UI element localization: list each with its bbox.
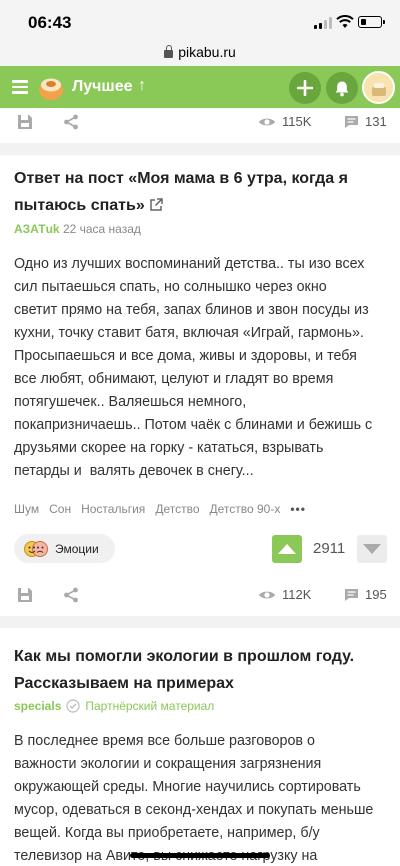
post-body-line: сил пытаешься спать, но солнышко через о… xyxy=(14,279,327,295)
bell-icon xyxy=(335,81,349,96)
share-icon[interactable] xyxy=(63,114,79,130)
home-indicator xyxy=(130,853,270,858)
arrow-up-icon xyxy=(278,544,296,554)
post-author[interactable]: АЗАТuk xyxy=(14,222,60,236)
post-body-line: Одно из лучших воспоминаний детства.. ты… xyxy=(14,256,365,272)
views-counter: 112K xyxy=(258,587,311,602)
post-body-line: петарды и валять девочек в снегу... xyxy=(14,463,254,479)
menu-icon[interactable] xyxy=(12,80,28,94)
post-actions: 112K 195 xyxy=(0,583,400,609)
eye-icon xyxy=(259,591,275,598)
battery-icon xyxy=(358,16,385,28)
plus-icon xyxy=(297,80,313,96)
wifi-icon xyxy=(336,15,354,28)
tag[interactable]: Ностальгия xyxy=(81,502,145,516)
post-body: Одно из лучших воспоминаний детства.. ты… xyxy=(14,253,388,483)
post-time: 22 часа назад xyxy=(62,222,141,236)
tag[interactable]: Детство xyxy=(155,502,199,516)
comment-icon xyxy=(345,588,358,601)
post-body-line: потягушечек.. Валяешься немного, xyxy=(14,394,247,410)
status-bar: 06:43 xyxy=(0,0,400,44)
post-meta: specials Партнёрский материал xyxy=(14,699,214,713)
save-icon[interactable] xyxy=(17,587,33,603)
prev-post-actions: 115K 131 xyxy=(0,110,400,136)
downvote-button[interactable] xyxy=(357,535,387,563)
post-body-line: кухни, точку ставит батя, включая «Играй… xyxy=(14,325,364,341)
user-avatar[interactable] xyxy=(362,71,395,104)
url-bar[interactable]: pikabu.ru xyxy=(0,44,400,66)
site-header: Лучшее ↑ xyxy=(0,66,400,108)
post-meta: АЗАТuk 22 часа назад xyxy=(14,222,141,236)
post-body-line: друзьями скорее на горку - кататься, взр… xyxy=(14,440,324,456)
views-count: 112K xyxy=(282,587,312,602)
post-title-line: Ответ на пост «Моя мама в 6 утра, когда … xyxy=(14,170,348,187)
tag[interactable]: Шум xyxy=(14,502,39,516)
views-counter: 115K xyxy=(258,114,311,129)
post-divider xyxy=(0,616,400,628)
community-chip[interactable]: Эмоции xyxy=(14,534,115,563)
post-body-line: В последнее время все больше разговоров … xyxy=(14,733,315,749)
save-icon[interactable] xyxy=(17,114,33,130)
post-rating: 2911 xyxy=(313,540,346,557)
views-count: 115K xyxy=(282,114,312,129)
external-link-icon[interactable] xyxy=(149,198,163,212)
post-tags: Шум Сон Ностальгия Детство Детство 90-х … xyxy=(14,502,306,516)
partner-label: Партнёрский материал xyxy=(85,699,215,713)
post-body-line: покапризничаешь.. Потом чаёк с блинами и… xyxy=(14,417,373,433)
post-title-line: пытаюсь спать» xyxy=(14,197,145,214)
post-title[interactable]: Как мы помогли экологии в прошлом году. … xyxy=(14,643,386,697)
upvote-button[interactable] xyxy=(272,535,302,563)
pikabu-logo-icon[interactable] xyxy=(38,75,64,101)
post-body-line: мусор, одеваться в секонд-хендах и покуп… xyxy=(14,802,374,818)
eye-icon xyxy=(259,118,275,125)
share-icon[interactable] xyxy=(63,587,79,603)
section-title[interactable]: Лучшее xyxy=(72,78,133,96)
arrow-down-icon xyxy=(363,544,381,554)
post-author[interactable]: specials xyxy=(14,699,61,713)
post-body-line: окружающей среды. Многие научились сорти… xyxy=(14,779,361,795)
lock-icon xyxy=(164,45,174,58)
avatar-image-icon xyxy=(364,73,393,102)
emotions-community-icon xyxy=(24,540,48,557)
post-body-line: светит прямо на тебя, запах блинов и зво… xyxy=(14,302,369,318)
post-body-line: важности экологии и сокращения загрязнен… xyxy=(14,756,322,772)
post-body-line: все любят, обнимают, целуют и гладят во … xyxy=(14,371,334,387)
add-post-button[interactable] xyxy=(289,72,321,104)
verified-icon xyxy=(66,699,80,713)
post-body-line: вещей. Когда вы приобретаете, например, … xyxy=(14,825,320,841)
more-tags-button[interactable]: ••• xyxy=(290,502,306,516)
post-body: В последнее время все больше разговоров … xyxy=(14,730,388,866)
tag[interactable]: Сон xyxy=(49,502,71,516)
notifications-button[interactable] xyxy=(326,72,358,104)
post-divider xyxy=(0,143,400,155)
comment-icon xyxy=(345,115,358,128)
signal-icon xyxy=(314,17,332,29)
tag[interactable]: Детство 90-х xyxy=(210,502,281,516)
comments-count: 131 xyxy=(365,114,387,129)
comments-counter[interactable]: 195 xyxy=(344,587,387,602)
post-title-line: Как мы помогли экологии в прошлом году. xyxy=(14,648,355,665)
community-name: Эмоции xyxy=(55,541,99,556)
sort-arrow-icon[interactable]: ↑ xyxy=(138,77,146,95)
comments-count: 195 xyxy=(365,587,387,602)
status-time: 06:43 xyxy=(28,13,72,32)
post-body-line: Просыпаешься и все дома, живы и здоровы,… xyxy=(14,348,357,364)
post-title-line: Рассказываем на примерах xyxy=(14,675,234,692)
post-title[interactable]: Ответ на пост «Моя мама в 6 утра, когда … xyxy=(14,165,386,219)
comments-counter[interactable]: 131 xyxy=(344,114,387,129)
url-text: pikabu.ru xyxy=(178,44,236,60)
